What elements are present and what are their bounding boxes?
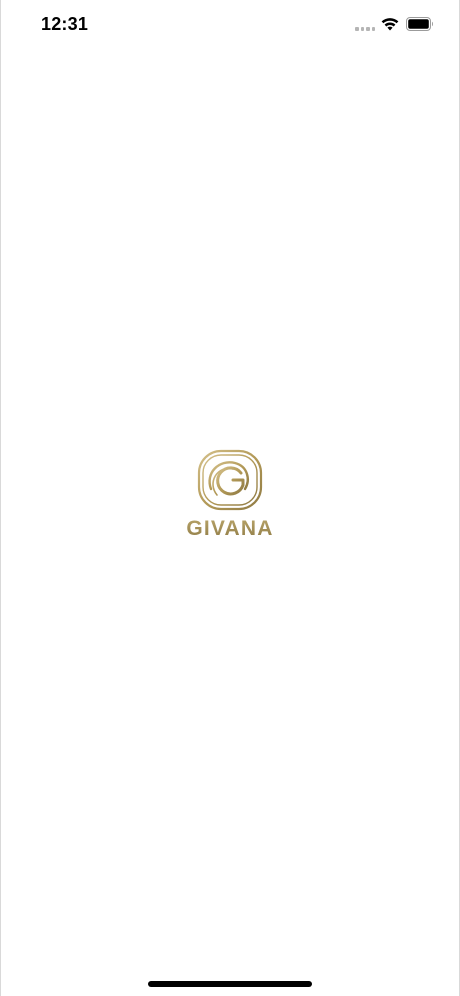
givana-g-logo-icon xyxy=(197,449,263,511)
wifi-icon xyxy=(381,18,399,31)
splash-screen: 12:31 GIVANA xyxy=(0,0,460,996)
home-indicator[interactable] xyxy=(148,981,312,987)
brand-name: GIVANA xyxy=(186,517,274,540)
brand-logo-block: GIVANA xyxy=(0,449,460,541)
battery-icon xyxy=(406,17,433,31)
cellular-signal-icon xyxy=(355,27,376,32)
status-bar: 12:31 xyxy=(0,0,460,50)
status-time: 12:31 xyxy=(41,14,89,34)
